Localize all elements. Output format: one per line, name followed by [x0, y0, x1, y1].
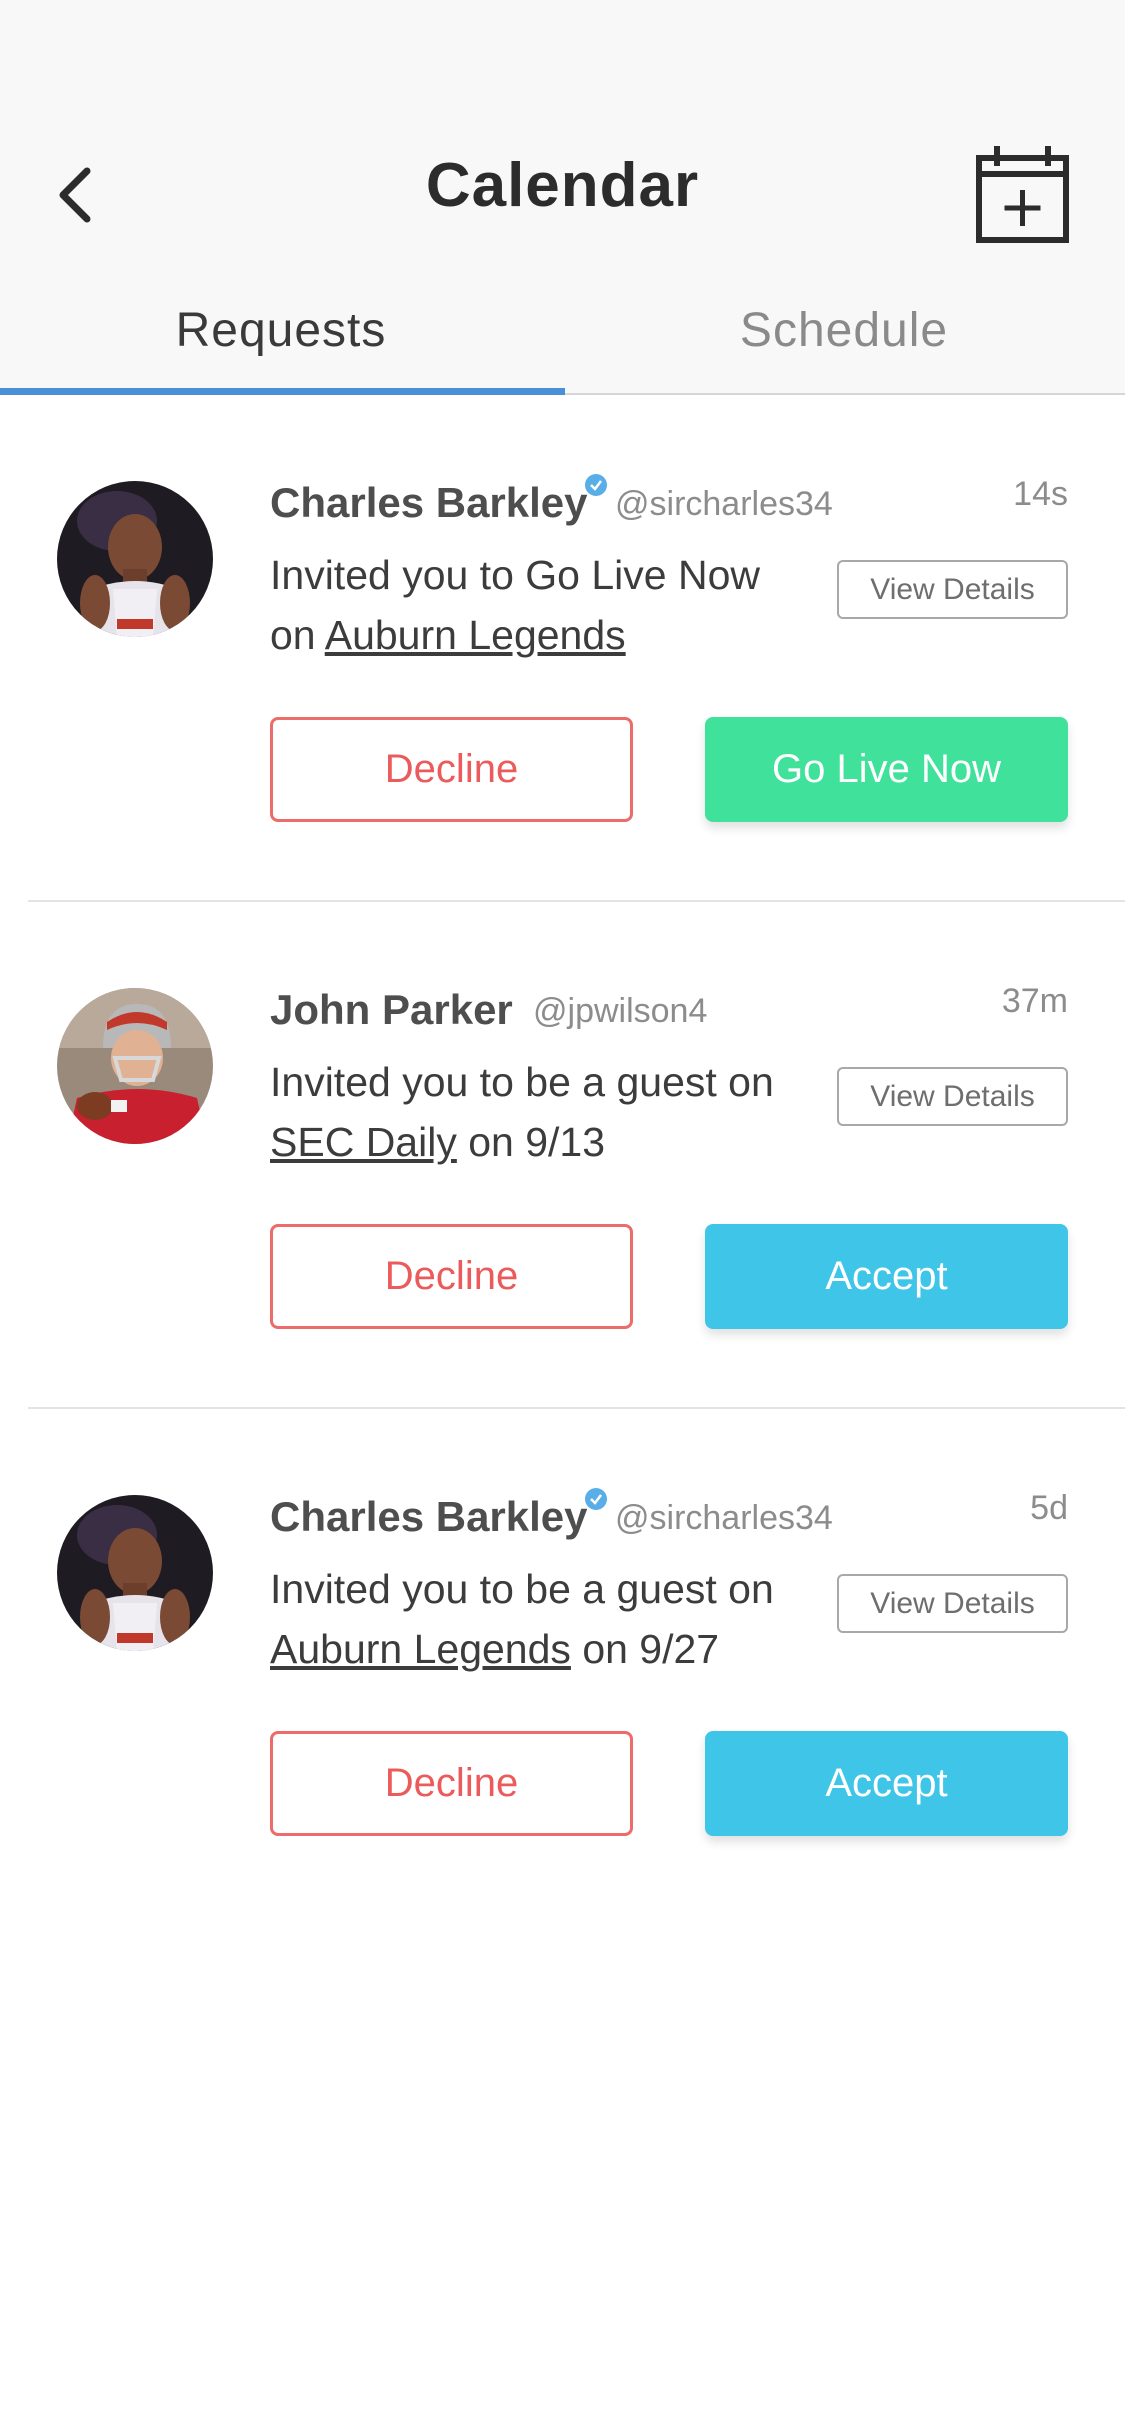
requester-name[interactable]: Charles Barkley: [270, 479, 588, 527]
header: Calendar Requests Schedule: [0, 0, 1125, 395]
requester-name[interactable]: John Parker: [270, 986, 513, 1034]
show-link[interactable]: Auburn Legends: [325, 612, 626, 658]
message-suffix: on 9/27: [570, 1626, 720, 1672]
tab-bar: Requests Schedule: [0, 290, 1125, 395]
page-title: Calendar: [425, 151, 700, 220]
tab-schedule[interactable]: Schedule: [563, 290, 1125, 395]
accept-button[interactable]: Accept: [705, 1731, 1068, 1836]
show-link[interactable]: SEC Daily: [270, 1119, 457, 1165]
message-text: Invited you to be a guest on: [270, 1566, 774, 1612]
request-time: 37m: [1001, 982, 1068, 1020]
decline-button[interactable]: Decline: [270, 1731, 633, 1836]
message-suffix: on 9/13: [456, 1119, 606, 1165]
request-card: Charles Barkley @sircharles34 14s Invite…: [0, 395, 1125, 902]
active-tab-indicator: [0, 388, 565, 395]
request-time: 5d: [1030, 1489, 1068, 1527]
request-card: Charles Barkley @sircharles34 5d Invited…: [0, 1409, 1125, 1916]
avatar[interactable]: [57, 1495, 213, 1651]
add-event-button[interactable]: [975, 144, 1070, 244]
view-details-button[interactable]: View Details: [837, 1574, 1068, 1633]
avatar[interactable]: [57, 988, 213, 1144]
decline-button[interactable]: Decline: [270, 717, 633, 822]
verified-badge-icon: [585, 1488, 607, 1510]
go-live-now-button[interactable]: Go Live Now: [705, 717, 1068, 822]
requester-handle[interactable]: @jpwilson4: [533, 992, 707, 1031]
view-details-button[interactable]: View Details: [837, 1067, 1068, 1126]
requester-handle[interactable]: @sircharles34: [615, 1499, 833, 1538]
avatar[interactable]: [57, 481, 213, 637]
requester-handle[interactable]: @sircharles34: [615, 485, 833, 524]
show-link[interactable]: Auburn Legends: [270, 1626, 571, 1672]
requester-name[interactable]: Charles Barkley: [270, 1493, 588, 1541]
accept-button[interactable]: Accept: [705, 1224, 1068, 1329]
request-message: Invited you to Go Live Now on Auburn Leg…: [270, 545, 810, 665]
calendar-add-icon: [976, 146, 1069, 243]
view-details-button[interactable]: View Details: [837, 560, 1068, 619]
verified-badge-icon: [585, 474, 607, 496]
tab-requests[interactable]: Requests: [0, 290, 562, 395]
request-message: Invited you to be a guest on SEC Daily o…: [270, 1052, 810, 1172]
request-time: 14s: [1013, 475, 1068, 513]
request-card: John Parker @jpwilson4 37m Invited you t…: [0, 902, 1125, 1409]
request-message: Invited you to be a guest on Auburn Lege…: [270, 1559, 810, 1679]
decline-button[interactable]: Decline: [270, 1224, 633, 1329]
message-text: Invited you to be a guest on: [270, 1059, 774, 1105]
